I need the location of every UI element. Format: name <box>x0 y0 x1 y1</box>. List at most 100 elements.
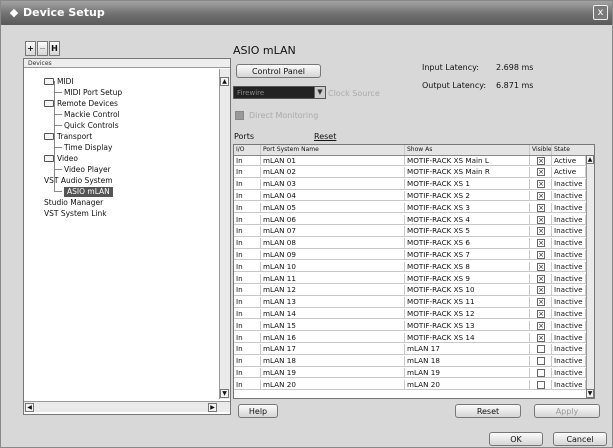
scroll-down-icon[interactable]: ▼ <box>586 389 594 398</box>
show-as-cell[interactable]: MOTIF-RACK XS 4 <box>405 214 530 225</box>
port-name-cell[interactable]: mLAN 05 <box>261 202 405 213</box>
state-cell[interactable]: Inactive <box>552 297 586 308</box>
visible-checkbox[interactable] <box>537 380 545 389</box>
tree-item[interactable]: MIDI Port Setup <box>64 88 122 98</box>
table-vertical-scrollbar[interactable]: ▲ ▼ <box>586 155 594 398</box>
scroll-down-icon[interactable]: ▼ <box>220 389 229 398</box>
visible-cell[interactable]: × <box>530 214 552 225</box>
show-as-cell[interactable]: mLAN 18 <box>405 356 530 367</box>
visible-cell[interactable] <box>530 367 552 378</box>
show-as-cell[interactable]: MOTIF-RACK XS 3 <box>405 202 530 213</box>
port-name-cell[interactable]: mLAN 02 <box>261 167 405 178</box>
port-name-cell[interactable]: mLAN 03 <box>261 179 405 190</box>
scroll-left-icon[interactable]: ◀ <box>25 403 34 412</box>
port-name-cell[interactable]: mLAN 09 <box>261 249 405 260</box>
state-cell[interactable]: Inactive <box>552 344 586 355</box>
port-name-cell[interactable]: mLAN 07 <box>261 226 405 237</box>
state-cell[interactable]: Inactive <box>552 308 586 319</box>
state-cell[interactable]: Inactive <box>552 356 586 367</box>
visible-cell[interactable]: × <box>530 273 552 284</box>
direct-monitoring-checkbox[interactable] <box>235 111 244 120</box>
table-row[interactable]: In mLAN 06 MOTIF-RACK XS 4 × Inactive <box>234 214 594 225</box>
visible-cell[interactable]: × <box>530 308 552 319</box>
ok-button[interactable]: OK <box>489 432 543 446</box>
show-as-cell[interactable]: MOTIF-RACK XS Main R <box>405 167 530 178</box>
port-name-cell[interactable]: mLAN 10 <box>261 261 405 272</box>
show-as-cell[interactable]: mLAN 17 <box>405 344 530 355</box>
visible-cell[interactable]: × <box>530 238 552 249</box>
reset-device-button[interactable]: H <box>49 41 60 56</box>
show-as-cell[interactable]: MOTIF-RACK XS 11 <box>405 297 530 308</box>
table-row[interactable]: In mLAN 18 mLAN 18 Inactive <box>234 356 594 367</box>
cancel-button[interactable]: Cancel <box>553 432 607 446</box>
visible-cell[interactable]: × <box>530 179 552 190</box>
visible-cell[interactable]: × <box>530 332 552 343</box>
port-name-cell[interactable]: mLAN 12 <box>261 285 405 296</box>
visible-checkbox[interactable]: × <box>537 286 545 295</box>
port-name-cell[interactable]: mLAN 06 <box>261 214 405 225</box>
port-name-cell[interactable]: mLAN 17 <box>261 344 405 355</box>
tree-item[interactable]: VST System Link <box>44 209 107 219</box>
state-cell[interactable]: Inactive <box>552 190 586 201</box>
state-cell[interactable]: Inactive <box>552 320 586 331</box>
tree-item[interactable]: Quick Controls <box>64 121 119 131</box>
port-name-cell[interactable]: mLAN 04 <box>261 190 405 201</box>
control-panel-button[interactable]: Control Panel <box>236 64 321 78</box>
visible-checkbox[interactable] <box>537 368 545 377</box>
visible-checkbox[interactable]: × <box>537 156 545 165</box>
show-as-cell[interactable]: MOTIF-RACK XS 13 <box>405 320 530 331</box>
visible-checkbox[interactable]: × <box>537 215 545 224</box>
state-cell[interactable]: Inactive <box>552 202 586 213</box>
show-as-cell[interactable]: mLAN 20 <box>405 379 530 390</box>
tree-item[interactable]: Transport <box>44 132 92 142</box>
show-as-cell[interactable]: MOTIF-RACK XS 6 <box>405 238 530 249</box>
show-as-cell[interactable]: MOTIF-RACK XS Main L <box>405 155 530 166</box>
add-device-button[interactable]: + <box>25 41 36 56</box>
visible-checkbox[interactable]: × <box>537 203 545 212</box>
table-row[interactable]: In mLAN 20 mLAN 20 Inactive <box>234 379 594 391</box>
visible-cell[interactable]: × <box>530 155 552 166</box>
tree-item[interactable]: Studio Manager <box>44 198 103 208</box>
table-row[interactable]: In mLAN 08 MOTIF-RACK XS 6 × Inactive <box>234 238 594 249</box>
port-name-cell[interactable]: mLAN 11 <box>261 273 405 284</box>
visible-checkbox[interactable] <box>537 357 545 366</box>
port-name-cell[interactable]: mLAN 20 <box>261 379 405 390</box>
visible-cell[interactable]: × <box>530 167 552 178</box>
visible-checkbox[interactable]: × <box>537 298 545 307</box>
visible-cell[interactable] <box>530 356 552 367</box>
state-cell[interactable]: Inactive <box>552 179 586 190</box>
port-name-cell[interactable]: mLAN 19 <box>261 367 405 378</box>
table-row[interactable]: In mLAN 12 MOTIF-RACK XS 10 × Inactive <box>234 285 594 296</box>
show-as-cell[interactable]: MOTIF-RACK XS 14 <box>405 332 530 343</box>
port-name-cell[interactable]: mLAN 08 <box>261 238 405 249</box>
scroll-up-icon[interactable]: ▲ <box>586 155 594 164</box>
apply-button[interactable]: Apply <box>534 404 600 418</box>
visible-cell[interactable]: × <box>530 320 552 331</box>
table-row[interactable]: In mLAN 07 MOTIF-RACK XS 5 × Inactive <box>234 226 594 237</box>
show-as-cell[interactable]: MOTIF-RACK XS 12 <box>405 308 530 319</box>
visible-checkbox[interactable]: × <box>537 321 545 330</box>
show-as-cell[interactable]: MOTIF-RACK XS 9 <box>405 273 530 284</box>
tree-item[interactable]: Video Player <box>64 165 111 175</box>
help-button[interactable]: Help <box>238 404 278 418</box>
column-port-system-name[interactable]: Port System Name <box>261 145 405 155</box>
show-as-cell[interactable]: MOTIF-RACK XS 7 <box>405 249 530 260</box>
table-row[interactable]: In mLAN 10 MOTIF-RACK XS 8 × Inactive <box>234 261 594 273</box>
show-as-cell[interactable]: MOTIF-RACK XS 10 <box>405 285 530 296</box>
state-cell[interactable]: Inactive <box>552 367 586 378</box>
state-cell[interactable]: Inactive <box>552 226 586 237</box>
tree-item[interactable]: Remote Devices <box>44 99 118 109</box>
visible-checkbox[interactable]: × <box>537 250 545 259</box>
state-cell[interactable]: Inactive <box>552 273 586 284</box>
table-row[interactable]: In mLAN 15 MOTIF-RACK XS 13 × Inactive <box>234 320 594 332</box>
state-cell[interactable]: Inactive <box>552 238 586 249</box>
state-cell[interactable]: Inactive <box>552 285 586 296</box>
column-io[interactable]: I/O <box>234 145 261 155</box>
column-visible[interactable]: Visible <box>530 145 552 155</box>
port-name-cell[interactable]: mLAN 14 <box>261 308 405 319</box>
table-row[interactable]: In mLAN 02 MOTIF-RACK XS Main R × Active <box>234 167 594 178</box>
visible-cell[interactable]: × <box>530 190 552 201</box>
state-cell[interactable]: Inactive <box>552 379 586 390</box>
column-state[interactable]: State <box>552 145 586 155</box>
reset-button[interactable]: Reset <box>455 404 521 418</box>
